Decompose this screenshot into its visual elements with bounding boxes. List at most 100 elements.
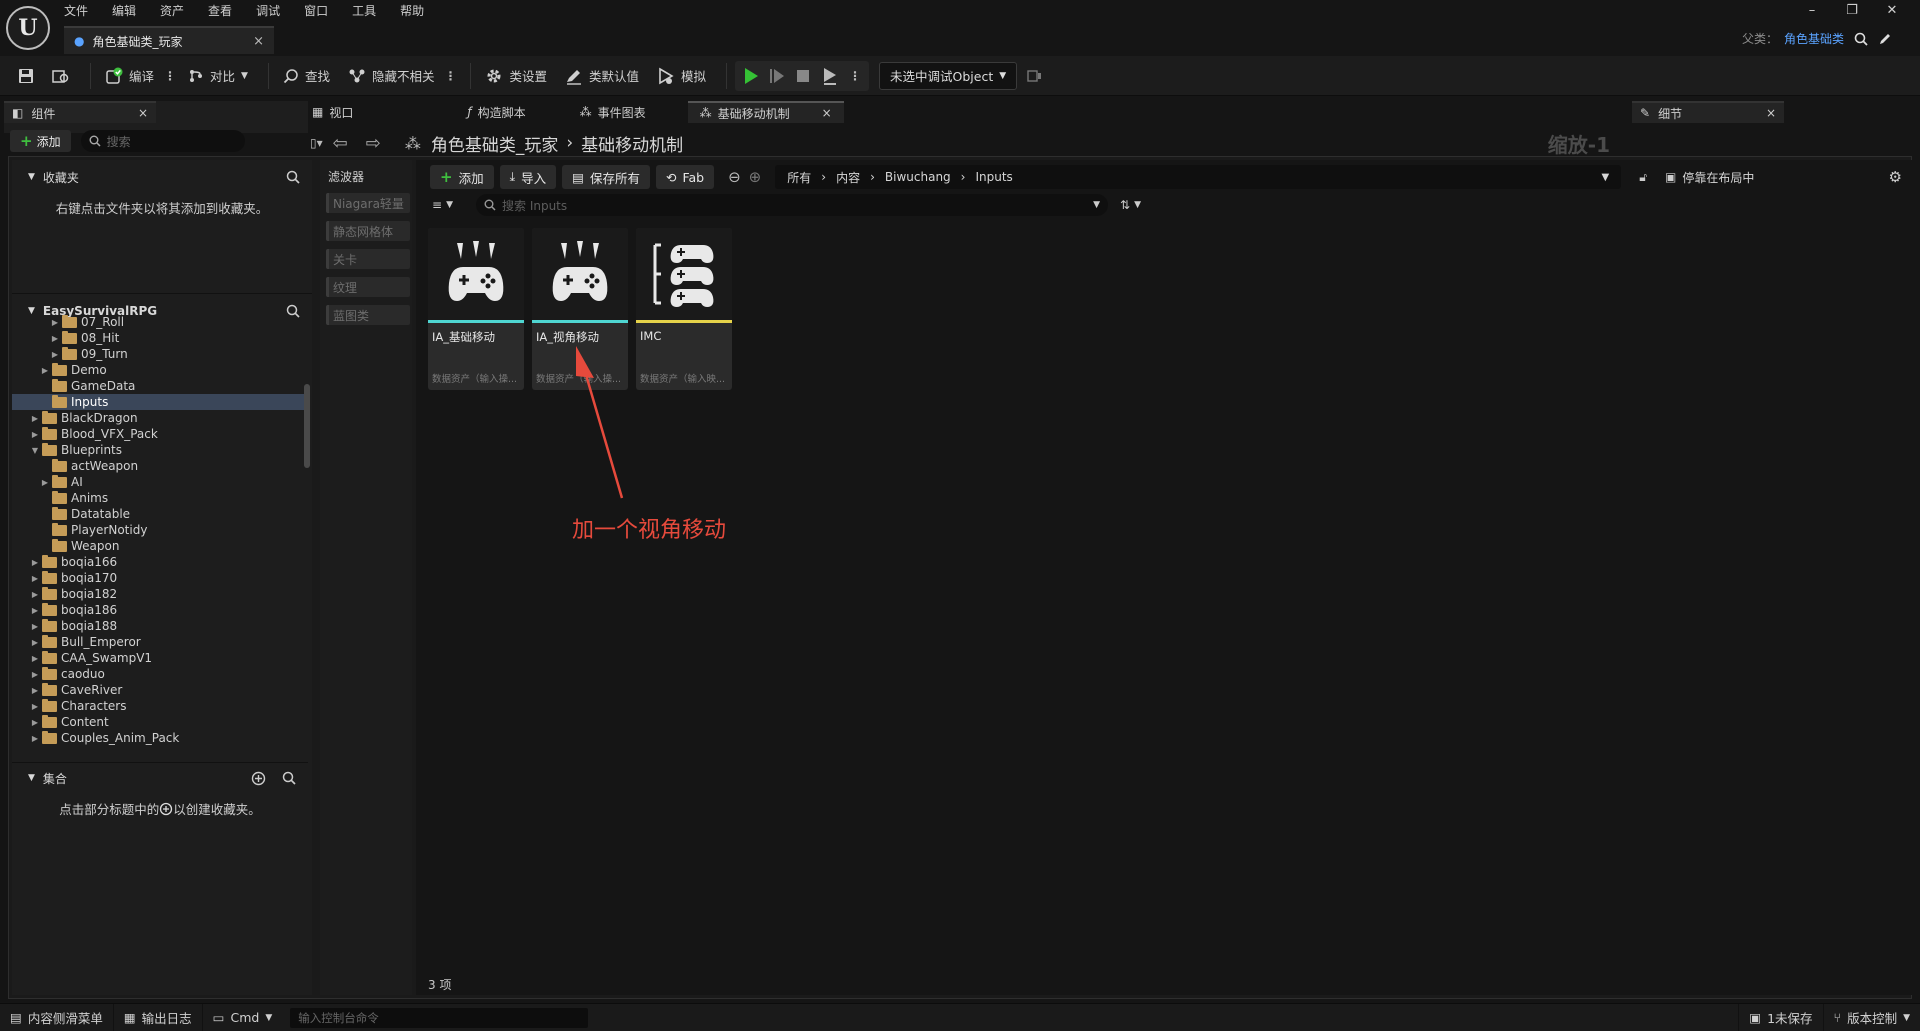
- close-window-button[interactable]: ✕: [1872, 2, 1912, 20]
- asset-tile[interactable]: IMC 数据资产（输入映...: [636, 228, 732, 390]
- add-collection-icon[interactable]: [251, 771, 266, 786]
- menu-view[interactable]: 查看: [208, 0, 232, 22]
- search-icon[interactable]: [1854, 32, 1868, 46]
- tree-item[interactable]: ▼ Blueprints: [12, 442, 306, 458]
- tree-item[interactable]: Weapon: [12, 538, 306, 554]
- filter-level[interactable]: 关卡: [326, 249, 410, 269]
- close-tab-icon[interactable]: ×: [253, 34, 264, 49]
- tree-item[interactable]: ▶ Content: [12, 714, 306, 730]
- tab-viewport[interactable]: ▦ 视口: [300, 101, 365, 123]
- sort-dropdown[interactable]: ⇅ ▼: [1120, 196, 1141, 214]
- menu-window[interactable]: 窗口: [304, 0, 328, 22]
- tree-item[interactable]: ▶ caoduo: [12, 666, 306, 682]
- menu-tools[interactable]: 工具: [352, 0, 376, 22]
- save-icon[interactable]: [12, 61, 40, 91]
- search-icon[interactable]: [286, 170, 300, 184]
- asset-search-input[interactable]: 搜索 Inputs ▼: [476, 194, 1108, 216]
- tree-item[interactable]: Datatable: [12, 506, 306, 522]
- path-content[interactable]: 内容: [836, 169, 860, 186]
- tree-item[interactable]: ▶ Blood_VFX_Pack: [12, 426, 306, 442]
- tree-item[interactable]: Inputs: [12, 394, 306, 410]
- collections-header[interactable]: ▼ 集合: [12, 765, 308, 791]
- browse-icon[interactable]: [46, 61, 76, 91]
- restore-button[interactable]: ❐: [1832, 2, 1872, 20]
- tree-item[interactable]: ▶ Bull_Emperor: [12, 634, 306, 650]
- add-component-button[interactable]: + 添加: [10, 130, 71, 152]
- source-control-button[interactable]: ⑂ 版本控制 ▼: [1824, 1004, 1920, 1031]
- tree-item[interactable]: ▶ Demo: [12, 362, 306, 378]
- chevron-right-icon[interactable]: ▶: [40, 366, 50, 375]
- chevron-down-icon[interactable]: ▼: [1602, 172, 1610, 183]
- play-options-icon[interactable]: ⋮: [849, 69, 861, 83]
- history-back-icon[interactable]: ⊖: [728, 168, 741, 186]
- tree-item[interactable]: Anims: [12, 490, 306, 506]
- document-tab[interactable]: ● 角色基础类_玩家 ×: [64, 26, 274, 54]
- chevron-right-icon[interactable]: ▶: [30, 430, 40, 439]
- chevron-right-icon[interactable]: ▶: [50, 318, 60, 327]
- path-inputs[interactable]: Inputs: [975, 170, 1012, 184]
- stop-icon[interactable]: [795, 67, 811, 85]
- back-arrow-icon[interactable]: ⇦: [333, 133, 348, 154]
- chevron-right-icon[interactable]: ▶: [50, 350, 60, 359]
- debug-object-select[interactable]: 未选中调试Object ▼: [879, 61, 1018, 90]
- fab-button[interactable]: ⟲ Fab: [655, 165, 715, 189]
- simulate-button[interactable]: 模拟: [651, 61, 712, 91]
- chevron-down-icon[interactable]: ▼: [1093, 200, 1100, 210]
- unreal-logo-icon[interactable]: U: [6, 6, 50, 50]
- close-tab-icon[interactable]: ×: [138, 106, 148, 120]
- component-search-input[interactable]: 搜索: [80, 130, 245, 152]
- menu-help[interactable]: 帮助: [400, 0, 424, 22]
- tree-item[interactable]: ▶ CAA_SwampV1: [12, 650, 306, 666]
- tree-item[interactable]: ▶ 09_Turn: [12, 346, 306, 362]
- menu-edit[interactable]: 编辑: [112, 0, 136, 22]
- tree-item[interactable]: ▶ AI: [12, 474, 306, 490]
- path-all[interactable]: 所有: [787, 169, 811, 186]
- breadcrumb-root[interactable]: 角色基础类_玩家: [431, 131, 559, 156]
- output-log-button[interactable]: ▦ 输出日志: [114, 1003, 203, 1031]
- menu-asset[interactable]: 资产: [160, 0, 184, 22]
- cmd-select[interactable]: ▭ Cmd ▼: [203, 1004, 283, 1031]
- chevron-right-icon[interactable]: ▶: [30, 686, 40, 695]
- settings-gear-icon[interactable]: ⚙: [1889, 168, 1902, 186]
- chevron-right-icon[interactable]: ▶: [30, 638, 40, 647]
- tab-construction-script[interactable]: ƒ 构造脚本: [455, 101, 537, 123]
- filter-blueprint-class[interactable]: 蓝图类: [326, 305, 410, 325]
- lock-icon[interactable]: 🔓︎: [1639, 170, 1647, 185]
- tree-item[interactable]: actWeapon: [12, 458, 306, 474]
- play-icon[interactable]: [743, 67, 759, 85]
- minimize-button[interactable]: –: [1792, 2, 1832, 20]
- chevron-right-icon[interactable]: ▶: [30, 654, 40, 663]
- diff-button[interactable]: 对比 ▼: [182, 61, 254, 91]
- parent-class-link[interactable]: 角色基础类: [1784, 30, 1844, 47]
- bookmark-icon[interactable]: ▯▾: [310, 136, 323, 150]
- eject-icon[interactable]: [821, 67, 839, 85]
- hide-unrelated-button[interactable]: 隐藏不相关: [342, 61, 441, 91]
- path-biwuchang[interactable]: Biwuchang: [885, 170, 951, 184]
- tree-item[interactable]: GameData: [12, 378, 306, 394]
- tree-item[interactable]: ▶ Couples_Anim_Pack: [12, 730, 306, 746]
- chevron-right-icon[interactable]: ▶: [30, 558, 40, 567]
- chevron-right-icon[interactable]: ▶: [30, 606, 40, 615]
- tree-scrollbar[interactable]: [304, 384, 310, 468]
- tree-item[interactable]: PlayerNotidy: [12, 522, 306, 538]
- tree-item[interactable]: ▶ BlackDragon: [12, 410, 306, 426]
- menu-debug[interactable]: 调试: [256, 0, 280, 22]
- chevron-right-icon[interactable]: ▶: [50, 334, 60, 343]
- tree-item[interactable]: ▶ boqia182: [12, 586, 306, 602]
- history-forward-icon[interactable]: ⊕: [749, 168, 762, 186]
- tree-item[interactable]: ▶ boqia166: [12, 554, 306, 570]
- find-button[interactable]: 查找: [277, 61, 336, 91]
- compile-button[interactable]: 编译: [99, 61, 160, 91]
- tab-event-graph[interactable]: ⁂ 事件图表: [568, 101, 658, 123]
- tree-item[interactable]: ▶ 07_Roll: [12, 314, 306, 330]
- tree-item[interactable]: ▶ CaveRiver: [12, 682, 306, 698]
- menu-file[interactable]: 文件: [64, 0, 88, 22]
- favorites-header[interactable]: ▼ 收藏夹: [12, 164, 312, 190]
- hide-unrelated-options-icon[interactable]: ⋮: [444, 69, 456, 83]
- debug-filter-icon[interactable]: [1027, 68, 1043, 84]
- add-asset-button[interactable]: + 添加: [430, 165, 494, 189]
- tree-item[interactable]: ▶ boqia170: [12, 570, 306, 586]
- filter-niagara[interactable]: Niagara轻量: [326, 193, 410, 213]
- dock-layout-icon[interactable]: ▣: [1665, 170, 1676, 184]
- close-tab-icon[interactable]: ×: [1766, 106, 1776, 120]
